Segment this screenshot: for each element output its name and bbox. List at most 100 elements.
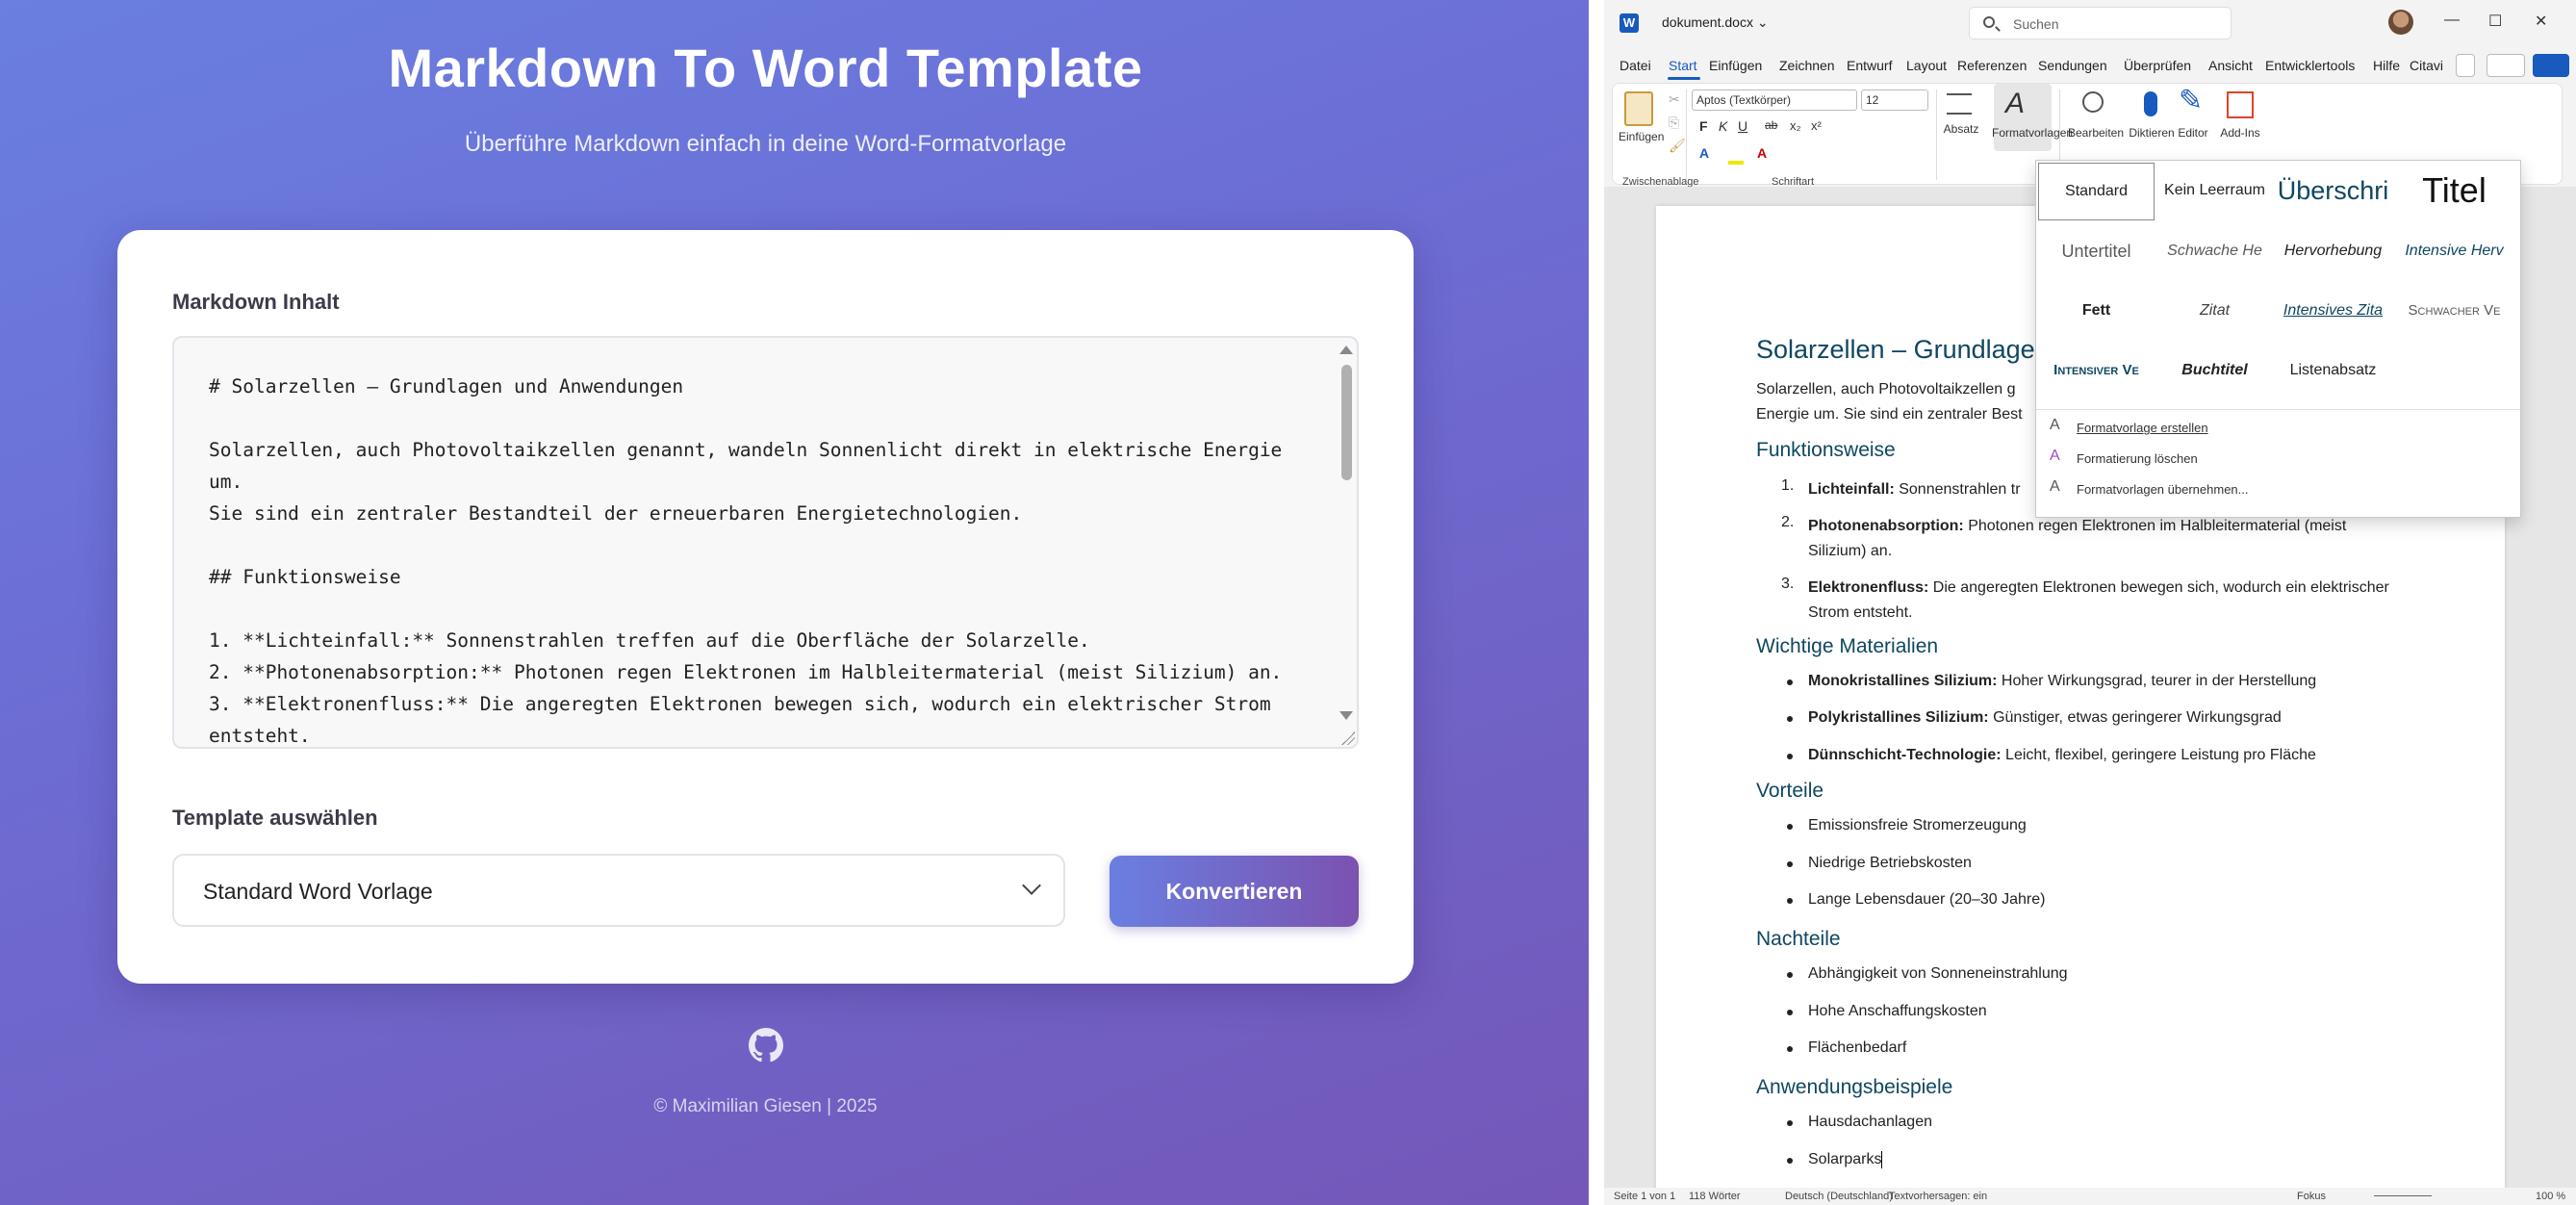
editor-label[interactable]: Editor (2169, 126, 2217, 140)
scroll-thumb[interactable] (1341, 365, 1352, 480)
cut-icon[interactable]: ✂ (1669, 91, 1680, 108)
bold-button[interactable]: F (1699, 118, 1708, 134)
markdown-scrollbar[interactable] (1334, 338, 1357, 747)
tab-start[interactable]: Start (1669, 58, 1697, 73)
find-icon[interactable] (2082, 91, 2104, 113)
tab-citavi[interactable]: Citavi (2410, 58, 2443, 73)
highlight-color-icon[interactable] (1728, 161, 1744, 165)
editor-icon[interactable]: ✎ (2179, 84, 2203, 117)
clear-formatting-command[interactable]: Formatierung löschen (2077, 451, 2198, 466)
tab-sendungen[interactable]: Sendungen (2038, 58, 2107, 73)
document-name[interactable]: dokument.docx ⌄ (1662, 14, 1769, 31)
addins-icon[interactable] (2227, 91, 2254, 118)
doc-heading-nachteile[interactable]: Nachteile (1756, 928, 1841, 951)
styles-icon[interactable]: A (2005, 88, 2025, 120)
edit-label[interactable]: Bearbeiten (2065, 126, 2127, 140)
style-schwacher-verweis[interactable]: Schwacher Ve (2394, 282, 2514, 340)
list-item[interactable]: Monokristallines Silizium: Hoher Wirkung… (1808, 669, 2405, 694)
list-item[interactable]: Niedrige Betriebskosten (1808, 851, 2405, 876)
tab-layout[interactable]: Layout (1906, 58, 1947, 73)
resize-handle-icon[interactable] (1341, 731, 1355, 745)
font-name-select[interactable]: Aptos (Textkörper) (1692, 90, 1857, 111)
share-icon[interactable] (2533, 54, 2569, 77)
github-icon[interactable] (749, 1028, 783, 1063)
list-item[interactable]: Dünnschicht-Technologie: Leicht, flexibe… (1808, 743, 2405, 768)
list-item[interactable]: Solarparks (1808, 1147, 2405, 1172)
editing-mode-icon[interactable] (2487, 54, 2525, 77)
doc-intro-line-1[interactable]: Solarzellen, auch Photovoltaikzellen g (1756, 377, 2016, 402)
tab-entwurf[interactable]: Entwurf (1847, 58, 1892, 73)
list-item[interactable]: Emissionsfreie Stromerzeugung (1808, 813, 2405, 838)
doc-intro-line-2[interactable]: Energie um. Sie sind ein zentraler Best (1756, 402, 2023, 427)
list-item[interactable]: Flächenbedarf (1808, 1036, 2405, 1061)
style-intensiver-verweis[interactable]: Intensiver Ve (2038, 342, 2155, 399)
style-listenabsatz[interactable]: Listenabsatz (2275, 342, 2391, 399)
list-item[interactable]: Polykristallines Silizium: Günstiger, et… (1808, 705, 2405, 731)
text-effects-icon[interactable]: A (1699, 145, 1709, 161)
doc-heading-funktionsweise[interactable]: Funktionsweise (1756, 439, 1896, 462)
style-ueberschrift[interactable]: Überschri (2275, 163, 2391, 220)
minimize-icon[interactable]: — (2444, 12, 2460, 29)
strikethrough-button[interactable]: ab (1765, 118, 1777, 132)
tab-referenzen[interactable]: Referenzen (1957, 58, 2027, 73)
scroll-up-icon[interactable] (1339, 346, 1353, 354)
style-buchtitel[interactable]: Buchtitel (2156, 342, 2273, 399)
style-intensive-hervorhebung[interactable]: Intensive Herv (2394, 222, 2514, 280)
style-untertitel[interactable]: Untertitel (2038, 222, 2155, 280)
status-zoom[interactable]: 100 % (2536, 1191, 2565, 1202)
style-schwache-hervorhebung[interactable]: Schwache He (2156, 222, 2273, 280)
list-item[interactable]: Hausdachanlagen (1808, 1110, 2405, 1135)
styles-label[interactable]: Formatvorlagen (1992, 126, 2073, 140)
template-select[interactable]: Standard Word Vorlage (172, 854, 1065, 927)
status-predictions[interactable]: Textvorhersagen: ein (1889, 1191, 1987, 1202)
status-page[interactable]: Seite 1 von 1 (1614, 1191, 1675, 1202)
list-item[interactable]: Hohe Anschaffungskosten (1808, 999, 2405, 1024)
markdown-textarea[interactable]: # Solarzellen – Grundlagen und Anwendung… (172, 336, 1359, 749)
font-color-icon[interactable]: A (1757, 145, 1767, 161)
style-hervorhebung[interactable]: Hervorhebung (2275, 222, 2391, 280)
tab-entwicklertools[interactable]: Entwicklertools (2265, 58, 2355, 73)
italic-button[interactable]: K (1719, 118, 1727, 134)
doc-heading-1[interactable]: Solarzellen – Grundlagen (1756, 335, 2050, 365)
style-fett[interactable]: Fett (2038, 282, 2155, 340)
list-item[interactable]: Lange Lebensdauer (20–30 Jahre) (1808, 887, 2405, 912)
scroll-down-icon[interactable] (1339, 711, 1353, 720)
superscript-button[interactable]: x² (1811, 118, 1822, 133)
maximize-icon[interactable]: ☐ (2488, 12, 2502, 31)
doc-heading-anwendung[interactable]: Anwendungsbeispiele (1756, 1076, 1952, 1099)
tab-ueberpruefen[interactable]: Überprüfen (2124, 58, 2191, 73)
search-box[interactable]: Suchen (1969, 7, 2232, 39)
tab-zeichnen[interactable]: Zeichnen (1779, 58, 1835, 73)
paste-label[interactable]: Einfügen (1619, 130, 1664, 143)
style-titel[interactable]: Titel (2394, 163, 2514, 220)
underline-button[interactable]: U (1738, 118, 1747, 134)
status-language[interactable]: Deutsch (Deutschland) (1785, 1191, 1893, 1202)
doc-heading-materialien[interactable]: Wichtige Materialien (1756, 635, 1938, 658)
avatar[interactable] (2388, 10, 2413, 35)
convert-button[interactable]: Konvertieren (1109, 856, 1359, 927)
copy-icon[interactable]: ⎘ (1669, 115, 1679, 131)
font-size-select[interactable]: 12 (1861, 90, 1928, 111)
comments-icon[interactable] (2456, 54, 2475, 77)
format-painter-icon[interactable]: 🖌 (1669, 138, 1686, 154)
apply-styles-command[interactable]: Formatvorlagen übernehmen... (2077, 482, 2248, 497)
style-zitat[interactable]: Zitat (2156, 282, 2273, 340)
markdown-content[interactable]: # Solarzellen – Grundlagen und Anwendung… (209, 371, 1306, 747)
status-words[interactable]: 118 Wörter (1689, 1191, 1741, 1202)
microphone-icon[interactable] (2144, 91, 2157, 116)
subscript-button[interactable]: x₂ (1790, 118, 1801, 133)
style-kein-leerraum[interactable]: Kein Leerraum (2156, 163, 2273, 220)
paragraph-icon[interactable] (1947, 93, 1972, 115)
list-item[interactable]: Photonenabsorption: Photonen regen Elekt… (1808, 514, 2405, 564)
close-icon[interactable]: ✕ (2535, 12, 2547, 31)
tab-datei[interactable]: Datei (1620, 58, 1651, 73)
addins-label[interactable]: Add-Ins (2219, 126, 2261, 140)
doc-heading-vorteile[interactable]: Vorteile (1756, 780, 1824, 803)
create-style-command[interactable]: Formatvorlage erstellen (2077, 421, 2208, 435)
style-intensives-zitat[interactable]: Intensives Zita (2275, 282, 2391, 340)
paragraph-label[interactable]: Absatz (1940, 122, 1982, 136)
status-focus[interactable]: Fokus (2297, 1191, 2326, 1202)
tab-einfuegen[interactable]: Einfügen (1709, 58, 1762, 73)
tab-ansicht[interactable]: Ansicht (2208, 58, 2253, 73)
style-standard[interactable]: Standard (2038, 163, 2155, 220)
